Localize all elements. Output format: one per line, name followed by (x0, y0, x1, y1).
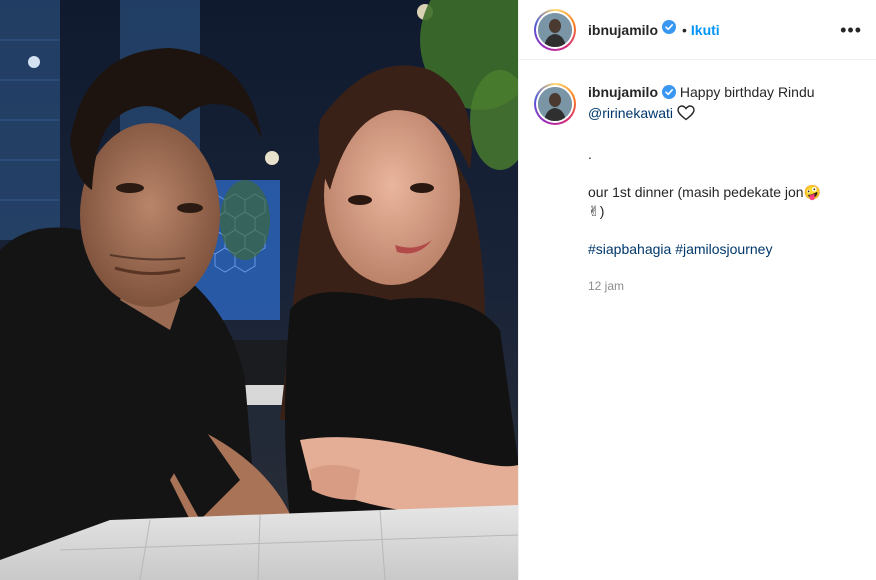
caption-dinner-line: our 1st dinner (masih pedekate jon🤪 ✌) (588, 183, 858, 221)
caption-dot-line: . (588, 146, 592, 162)
avatar[interactable] (534, 8, 576, 51)
caption-avatar[interactable] (534, 83, 576, 125)
header-separator: • (682, 21, 687, 38)
caption-text: ibnujamilo Happy birthday Rindu @ririnek… (588, 83, 858, 296)
caption-line-1: ibnujamilo Happy birthday Rindu (588, 83, 858, 104)
avatar-image (538, 12, 572, 47)
post-timestamp[interactable]: 12 jam (588, 277, 858, 296)
caption-greeting: Happy birthday Rindu (679, 84, 815, 100)
post-side-panel: ibnujamilo • Ikuti ••• ibnujamilo Happy … (519, 0, 876, 580)
caption-verified-badge-icon (662, 85, 676, 104)
mention-link[interactable]: @ririnekawati (588, 105, 673, 121)
caption-close-paren: ) (599, 203, 605, 219)
follow-button[interactable]: Ikuti (691, 22, 720, 38)
heart-outline-icon (677, 105, 695, 126)
caption-hashtags: #siapbahagia #jamilosjourney (588, 240, 858, 259)
post-photo[interactable] (0, 0, 518, 580)
post-photo-image (0, 0, 518, 580)
caption-dinner-text: our 1st dinner (masih pedekate jon (588, 184, 804, 200)
hashtag-link[interactable]: #siapbahagia (588, 241, 671, 257)
more-options-icon[interactable]: ••• (840, 21, 862, 39)
caption: ibnujamilo Happy birthday Rindu @ririnek… (519, 60, 876, 296)
verified-badge-icon (662, 20, 676, 39)
zany-face-emoji-icon: 🤪 (803, 184, 822, 200)
caption-username[interactable]: ibnujamilo (588, 84, 658, 100)
post-username[interactable]: ibnujamilo (588, 22, 658, 38)
caption-line-2: @ririnekawati (588, 104, 858, 126)
post-header: ibnujamilo • Ikuti ••• (519, 0, 876, 60)
hashtag-link[interactable]: #jamilosjourney (675, 241, 772, 257)
caption-avatar-image (538, 87, 572, 121)
victory-hand-emoji-icon: ✌ (588, 203, 600, 219)
